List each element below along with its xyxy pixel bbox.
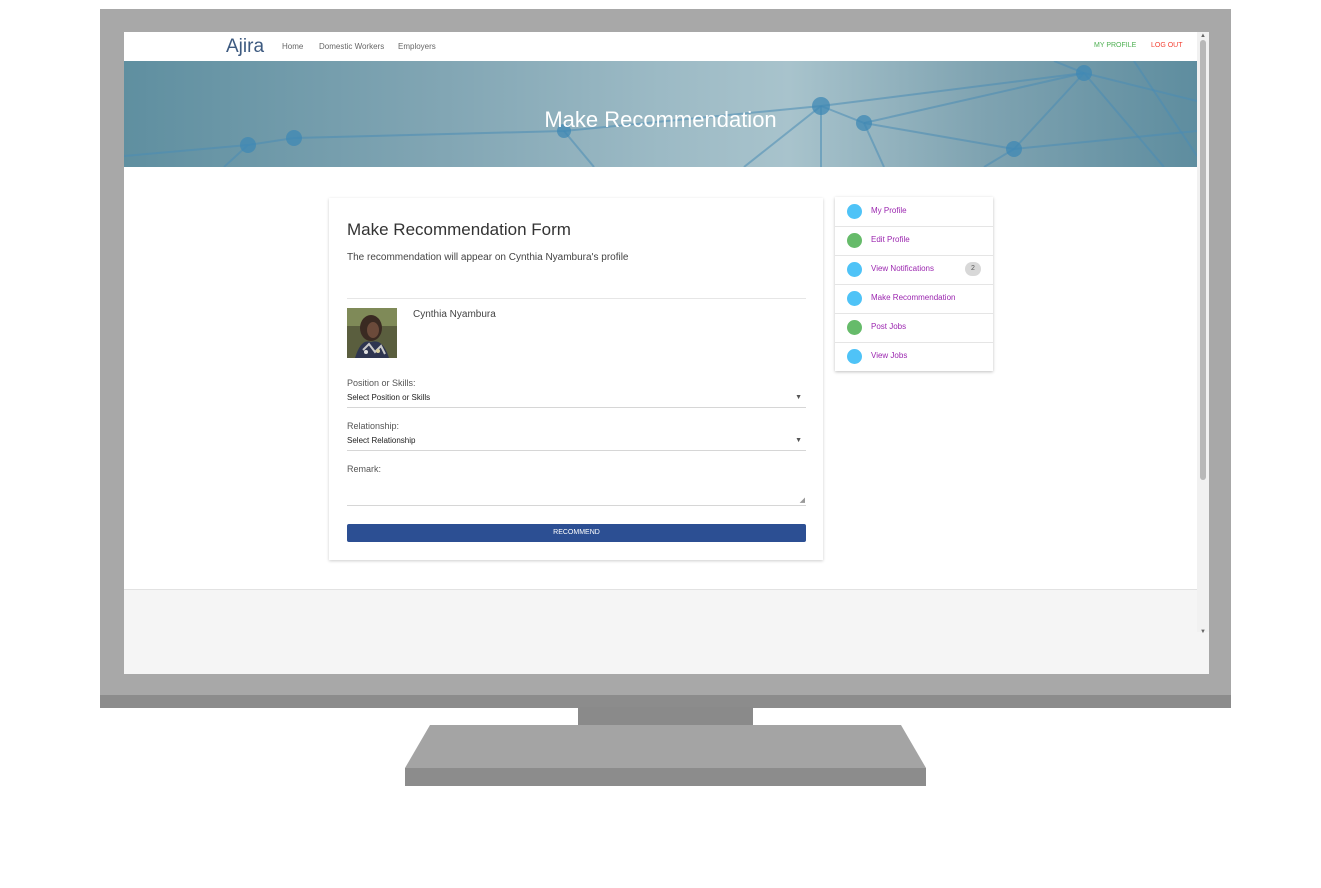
sidebar-item-view-notifications[interactable]: View Notifications 2 (835, 255, 993, 285)
sidebar-menu: My Profile Edit Profile View Notificatio… (835, 197, 993, 371)
page-footer (124, 589, 1209, 674)
recommendation-form-card: Make Recommendation Form The recommendat… (329, 198, 823, 560)
nav-link-home[interactable]: Home (282, 42, 303, 51)
sidebar-item-label: Make Recommendation (871, 293, 956, 302)
my-profile-link[interactable]: MY PROFILE (1094, 42, 1136, 49)
brand-logo[interactable]: Ajira (226, 36, 264, 58)
nav-link-domestic-workers[interactable]: Domestic Workers (319, 42, 384, 51)
sidebar-item-view-jobs[interactable]: View Jobs (835, 342, 993, 371)
position-select-value: Select Position or Skills (347, 393, 431, 402)
person-name: Cynthia Nyambura (413, 309, 496, 320)
notification-count-badge: 2 (965, 262, 981, 276)
position-label: Position or Skills: (347, 378, 416, 388)
form-subtitle: The recommendation will appear on Cynthi… (347, 252, 629, 263)
view-jobs-icon (847, 349, 862, 364)
sidebar-item-label: My Profile (871, 206, 907, 215)
profile-card-icon (847, 204, 862, 219)
sidebar-item-make-recommendation[interactable]: Make Recommendation (835, 284, 993, 314)
screen: Ajira Home Domestic Workers Employers MY… (124, 32, 1209, 674)
monitor-stand (405, 725, 926, 768)
relationship-select-value: Select Relationship (347, 436, 416, 445)
recommend-button[interactable]: RECOMMEND (347, 524, 806, 542)
chevron-down-icon: ▼ (795, 394, 802, 401)
divider (347, 298, 806, 299)
scroll-up-icon[interactable]: ▲ (1200, 32, 1206, 40)
hero-banner: Make Recommendation (124, 61, 1197, 167)
person-photo-icon (347, 308, 397, 358)
recommendation-icon (847, 291, 862, 306)
chevron-down-icon: ▼ (795, 437, 802, 444)
sidebar-item-label: View Notifications (871, 264, 934, 273)
post-jobs-icon (847, 320, 862, 335)
navbar: Ajira Home Domestic Workers Employers MY… (124, 32, 1197, 61)
sidebar-item-post-jobs[interactable]: Post Jobs (835, 313, 993, 343)
sidebar-item-label: Edit Profile (871, 235, 910, 244)
page-scrollbar[interactable]: ▲ ▼ (1197, 32, 1209, 635)
avatar (347, 308, 397, 358)
sidebar-item-label: Post Jobs (871, 322, 907, 331)
edit-profile-icon (847, 233, 862, 248)
position-select[interactable]: Select Position or Skills ▼ (347, 392, 806, 408)
relationship-label: Relationship: (347, 421, 400, 431)
remark-label: Remark: (347, 464, 382, 474)
remark-textarea[interactable]: ◢ (347, 485, 806, 506)
scrollbar-thumb[interactable] (1200, 40, 1206, 480)
sidebar-item-label: View Jobs (871, 351, 908, 360)
relationship-select[interactable]: Select Relationship ▼ (347, 435, 806, 451)
logout-link[interactable]: LOG OUT (1151, 42, 1183, 49)
nav-link-employers[interactable]: Employers (398, 42, 436, 51)
scroll-down-icon[interactable]: ▼ (1200, 628, 1206, 636)
resize-grip-icon[interactable]: ◢ (800, 497, 805, 504)
sidebar-item-edit-profile[interactable]: Edit Profile (835, 226, 993, 256)
form-title: Make Recommendation Form (347, 220, 571, 239)
page-title: Make Recommendation (544, 107, 777, 132)
sidebar-item-my-profile[interactable]: My Profile (835, 197, 993, 227)
notifications-icon (847, 262, 862, 277)
monitor-stand-base (405, 768, 926, 786)
